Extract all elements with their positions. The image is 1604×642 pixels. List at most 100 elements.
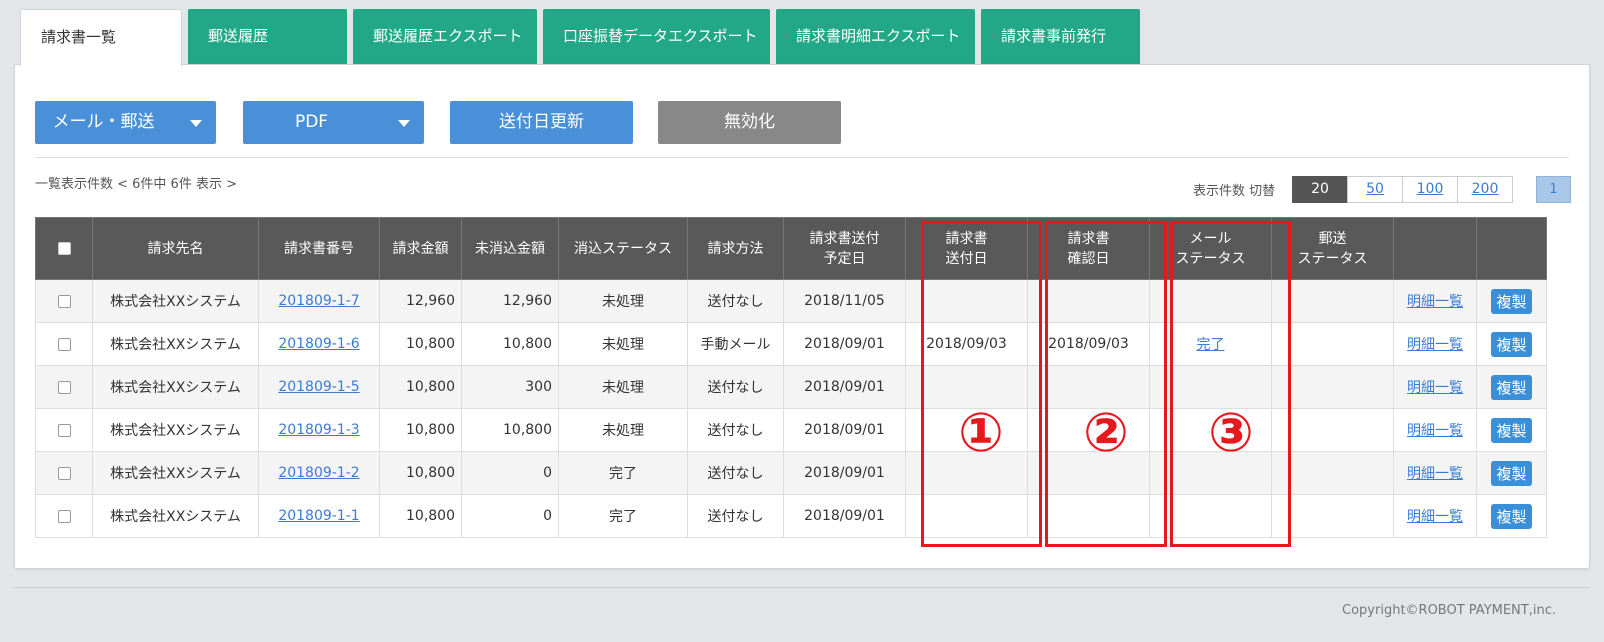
status-cell: 未処理 bbox=[558, 322, 688, 366]
amount-cell: 10,800 bbox=[379, 322, 462, 366]
row-checkbox[interactable] bbox=[57, 509, 71, 523]
copy-button[interactable]: 複製 bbox=[1491, 503, 1532, 529]
tab-invoice-detail-export[interactable]: 請求書明細エクスポート bbox=[776, 9, 975, 65]
detail-list-link[interactable]: 明細一覧 bbox=[1407, 423, 1463, 439]
col-post-status-line2: ステータス bbox=[1297, 250, 1368, 267]
tab-account-transfer-export[interactable]: 口座振替データエクスポート bbox=[543, 9, 770, 65]
row-checkbox[interactable] bbox=[57, 294, 71, 308]
copy-button[interactable]: 複製 bbox=[1491, 460, 1532, 486]
invalidate-button[interactable]: 無効化 bbox=[658, 101, 841, 144]
copy-cell: 複製 bbox=[1476, 494, 1547, 538]
status-cell: 完了 bbox=[558, 451, 688, 495]
mail-post-button[interactable]: メール・郵送 bbox=[35, 101, 216, 144]
copy-button[interactable]: 複製 bbox=[1491, 374, 1532, 400]
copy-button[interactable]: 複製 bbox=[1491, 331, 1532, 357]
detail-list-link[interactable]: 明細一覧 bbox=[1407, 380, 1463, 396]
status-cell: 未処理 bbox=[558, 279, 688, 323]
tab-invoice-pre-issue[interactable]: 請求書事前発行 bbox=[981, 9, 1140, 65]
invoice-number-link[interactable]: 201809-1-1 bbox=[278, 508, 359, 524]
highlight-box-mail-status bbox=[1170, 221, 1291, 547]
method-cell: 送付なし bbox=[687, 408, 784, 452]
detail-list-link[interactable]: 明細一覧 bbox=[1407, 509, 1463, 525]
pdf-label: PDF bbox=[294, 112, 329, 132]
caret-down-icon bbox=[190, 120, 202, 127]
client-cell: 株式会社XXシステム bbox=[92, 494, 259, 538]
row-checkbox[interactable] bbox=[57, 466, 71, 480]
page-1[interactable]: 1 bbox=[1536, 176, 1571, 203]
unpaid-cell: 0 bbox=[461, 451, 559, 495]
perpage-100[interactable]: 100 bbox=[1402, 176, 1458, 203]
method-cell: 送付なし bbox=[687, 365, 784, 409]
method-cell: 送付なし bbox=[687, 494, 784, 538]
table-row: 株式会社XXシステム 201809-1-5 10,800 300 未処理 送付な… bbox=[35, 365, 1547, 409]
perpage-50[interactable]: 50 bbox=[1347, 176, 1403, 203]
detail-list-link[interactable]: 明細一覧 bbox=[1407, 337, 1463, 353]
amount-cell: 10,800 bbox=[379, 365, 462, 409]
client-cell: 株式会社XXシステム bbox=[92, 365, 259, 409]
status-cell: 未処理 bbox=[558, 365, 688, 409]
detail-list-link[interactable]: 明細一覧 bbox=[1407, 294, 1463, 310]
row-select-cell bbox=[35, 322, 93, 366]
method-cell: 送付なし bbox=[687, 279, 784, 323]
detail-cell: 明細一覧 bbox=[1393, 279, 1477, 323]
row-checkbox[interactable] bbox=[57, 337, 71, 351]
detail-cell: 明細一覧 bbox=[1393, 451, 1477, 495]
detail-cell: 明細一覧 bbox=[1393, 322, 1477, 366]
table-row: 株式会社XXシステム 201809-1-2 10,800 0 完了 送付なし 2… bbox=[35, 451, 1547, 495]
pdf-button[interactable]: PDF bbox=[243, 101, 424, 144]
list-count-info: 一覧表示件数 < 6件中 6件 表示 > bbox=[35, 177, 237, 192]
invoice-number-link[interactable]: 201809-1-3 bbox=[278, 422, 359, 438]
select-all-header bbox=[35, 217, 93, 280]
table-header-row: 請求先名 請求書番号 請求金額 未消込金額 消込ステータス 請求方法 請求書送付… bbox=[35, 217, 1547, 280]
main-panel: メール・郵送 PDF 送付日更新 無効化 一覧表示件数 < 6件中 6件 表示 … bbox=[14, 64, 1590, 569]
tab-invoice-list[interactable]: 請求書一覧 bbox=[20, 9, 182, 66]
scheduled-cell: 2018/09/01 bbox=[783, 451, 906, 495]
copy-button[interactable]: 複製 bbox=[1491, 288, 1532, 314]
table-row: 株式会社XXシステム 201809-1-1 10,800 0 完了 送付なし 2… bbox=[35, 494, 1547, 538]
status-cell: 未処理 bbox=[558, 408, 688, 452]
row-select-cell bbox=[35, 451, 93, 495]
scheduled-cell: 2018/11/05 bbox=[783, 279, 906, 323]
tab-mail-history-export[interactable]: 郵送履歴エクスポート bbox=[353, 9, 537, 65]
invoice-number-link[interactable]: 201809-1-6 bbox=[278, 336, 359, 352]
update-send-date-button[interactable]: 送付日更新 bbox=[450, 101, 633, 144]
row-checkbox[interactable] bbox=[57, 380, 71, 394]
table-row: 株式会社XXシステム 201809-1-7 12,960 12,960 未処理 … bbox=[35, 279, 1547, 323]
row-checkbox[interactable] bbox=[57, 423, 71, 437]
col-copy bbox=[1476, 217, 1547, 280]
col-number: 請求書番号 bbox=[258, 217, 380, 280]
detail-cell: 明細一覧 bbox=[1393, 408, 1477, 452]
annotation-marker-3: ③ bbox=[1208, 401, 1254, 464]
invoice-number-link[interactable]: 201809-1-2 bbox=[278, 465, 359, 481]
copy-button[interactable]: 複製 bbox=[1491, 417, 1532, 443]
table-row: 株式会社XXシステム 201809-1-6 10,800 10,800 未処理 … bbox=[35, 322, 1547, 366]
scheduled-cell: 2018/09/01 bbox=[783, 322, 906, 366]
row-select-cell bbox=[35, 408, 93, 452]
col-unpaid: 未消込金額 bbox=[461, 217, 559, 280]
highlight-box-confirmed-date bbox=[1045, 221, 1167, 547]
detail-cell: 明細一覧 bbox=[1393, 365, 1477, 409]
row-select-cell bbox=[35, 279, 93, 323]
unpaid-cell: 10,800 bbox=[461, 408, 559, 452]
tab-mail-history[interactable]: 郵送履歴 bbox=[188, 9, 347, 65]
perpage-20[interactable]: 20 bbox=[1292, 176, 1348, 203]
perpage-200[interactable]: 200 bbox=[1457, 176, 1513, 203]
footer-divider bbox=[14, 587, 1590, 588]
table-row: 株式会社XXシステム 201809-1-3 10,800 10,800 未処理 … bbox=[35, 408, 1547, 452]
client-cell: 株式会社XXシステム bbox=[92, 322, 259, 366]
number-cell: 201809-1-6 bbox=[258, 322, 380, 366]
method-cell: 手動メール bbox=[687, 322, 784, 366]
row-select-cell bbox=[35, 494, 93, 538]
detail-list-link[interactable]: 明細一覧 bbox=[1407, 466, 1463, 482]
annotation-marker-2: ② bbox=[1083, 401, 1129, 464]
col-detail bbox=[1393, 217, 1477, 280]
col-post-status-line1: 郵送 bbox=[1318, 230, 1347, 247]
number-cell: 201809-1-1 bbox=[258, 494, 380, 538]
mail-post-label: メール・郵送 bbox=[52, 112, 155, 132]
invoice-number-link[interactable]: 201809-1-5 bbox=[278, 379, 359, 395]
col-amount: 請求金額 bbox=[379, 217, 462, 280]
invoice-number-link[interactable]: 201809-1-7 bbox=[278, 293, 359, 309]
client-cell: 株式会社XXシステム bbox=[92, 451, 259, 495]
status-cell: 完了 bbox=[558, 494, 688, 538]
select-all-checkbox[interactable] bbox=[57, 242, 71, 255]
